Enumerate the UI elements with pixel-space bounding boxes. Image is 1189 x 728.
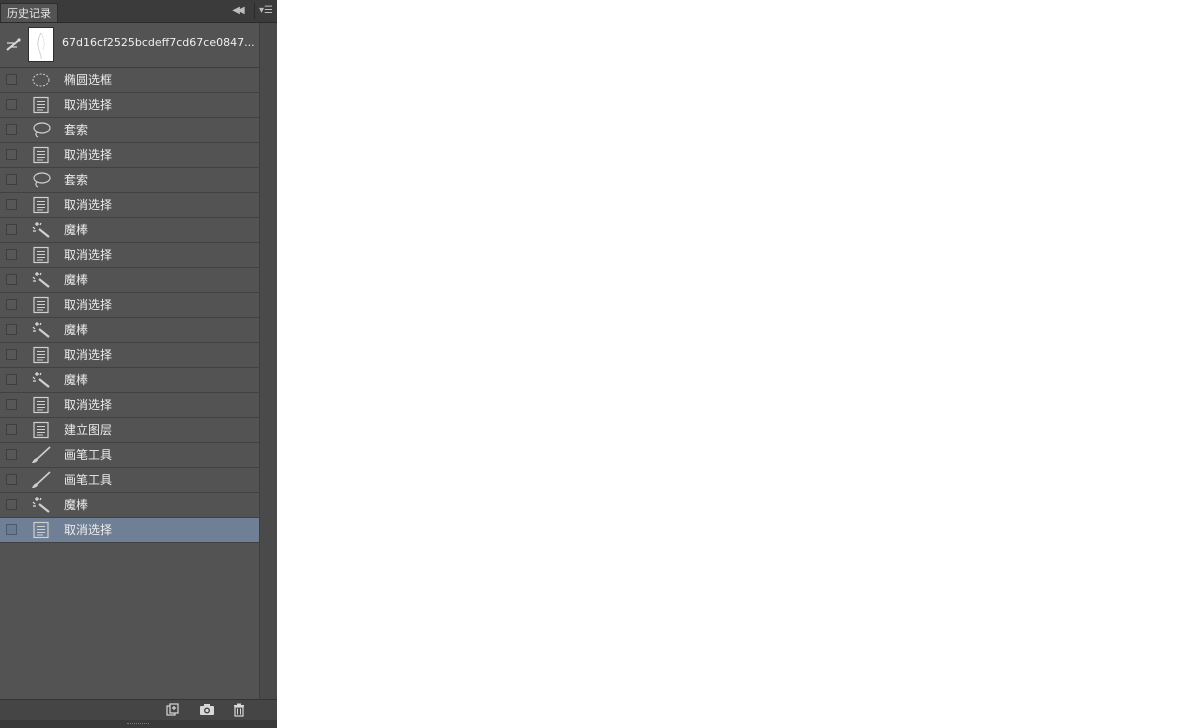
history-state-label: 魔棒 xyxy=(64,273,89,287)
brush-icon xyxy=(30,471,52,489)
history-source-checkbox[interactable] xyxy=(6,299,17,310)
history-state-label: 画笔工具 xyxy=(64,473,113,487)
magic-wand-icon xyxy=(30,221,52,239)
history-source-checkbox[interactable] xyxy=(6,149,17,160)
history-brush-source-icon[interactable] xyxy=(5,37,23,53)
history-panel: 历史记录 ◀◀ ▾☰ 67d16cf2525bcdeff7cd67ce0847.… xyxy=(0,0,277,728)
document-icon xyxy=(30,96,52,114)
history-state-row[interactable]: 画笔工具 xyxy=(0,443,259,468)
camera-snapshot-icon[interactable] xyxy=(199,703,215,717)
document-icon xyxy=(30,521,52,539)
document-icon xyxy=(30,421,52,439)
history-state-row[interactable]: 取消选择 xyxy=(0,343,259,368)
double-chevron-left-icon[interactable]: ◀◀ xyxy=(226,4,248,18)
grip-dots xyxy=(127,723,149,726)
history-source-checkbox[interactable] xyxy=(6,349,17,360)
history-state-label: 取消选择 xyxy=(64,248,113,262)
history-state-row[interactable]: 魔棒 xyxy=(0,268,259,293)
panel-footer xyxy=(0,699,277,721)
magic-wand-icon xyxy=(30,496,52,514)
thumbnail-sketch-icon xyxy=(37,32,45,60)
history-source-checkbox[interactable] xyxy=(6,424,17,435)
tab-history[interactable]: 历史记录 xyxy=(0,3,58,22)
history-state-label: 魔棒 xyxy=(64,323,89,337)
history-state-row[interactable]: 魔棒 xyxy=(0,318,259,343)
history-state-row[interactable]: 椭圆选框 xyxy=(0,68,259,93)
history-source-checkbox[interactable] xyxy=(6,449,17,460)
history-state-row[interactable]: 取消选择 xyxy=(0,243,259,268)
history-list: 椭圆选框 取消选择 套索 取消选择 套索 取消选择 魔棒 取消选择 魔棒 取消选择 魔棒 取消选择 魔棒… xyxy=(0,68,259,543)
snapshot-name: 67d16cf2525bcdeff7cd67ce0847... xyxy=(62,36,255,49)
history-source-checkbox[interactable] xyxy=(6,399,17,410)
history-source-checkbox[interactable] xyxy=(6,99,17,110)
history-state-row[interactable]: 取消选择 xyxy=(0,293,259,318)
history-state-row[interactable]: 套索 xyxy=(0,118,259,143)
panel-menu-icon[interactable]: ▾☰ xyxy=(254,3,277,19)
history-source-checkbox[interactable] xyxy=(6,224,17,235)
brush-icon xyxy=(30,446,52,464)
history-source-checkbox[interactable] xyxy=(6,324,17,335)
trash-icon[interactable] xyxy=(231,703,247,717)
history-state-row[interactable]: 建立图层 xyxy=(0,418,259,443)
history-state-row[interactable]: 画笔工具 xyxy=(0,468,259,493)
history-state-label: 画笔工具 xyxy=(64,448,113,462)
ellipse-marquee-icon xyxy=(30,71,52,89)
magic-wand-icon xyxy=(30,371,52,389)
history-source-checkbox[interactable] xyxy=(6,199,17,210)
history-state-label: 套索 xyxy=(64,123,89,137)
magic-wand-icon xyxy=(30,321,52,339)
history-state-label: 取消选择 xyxy=(64,148,113,162)
history-source-checkbox[interactable] xyxy=(6,249,17,260)
history-state-label: 魔棒 xyxy=(64,373,89,387)
history-state-row[interactable]: 取消选择 xyxy=(0,193,259,218)
panel-resize-grip[interactable] xyxy=(0,720,277,728)
history-state-row[interactable]: 套索 xyxy=(0,168,259,193)
history-state-label: 魔棒 xyxy=(64,498,89,512)
history-state-label: 建立图层 xyxy=(64,423,113,437)
history-source-checkbox[interactable] xyxy=(6,74,17,85)
history-state-row[interactable]: 取消选择 xyxy=(0,518,259,543)
document-icon xyxy=(30,396,52,414)
history-state-row[interactable]: 取消选择 xyxy=(0,393,259,418)
document-icon xyxy=(30,146,52,164)
document-icon xyxy=(30,346,52,364)
history-state-label: 取消选择 xyxy=(64,198,113,212)
history-state-label: 魔棒 xyxy=(64,223,89,237)
magic-wand-icon xyxy=(30,271,52,289)
snapshot-row[interactable]: 67d16cf2525bcdeff7cd67ce0847... xyxy=(0,23,259,68)
history-source-checkbox[interactable] xyxy=(6,174,17,185)
history-state-label: 取消选择 xyxy=(64,398,113,412)
history-state-row[interactable]: 魔棒 xyxy=(0,493,259,518)
new-document-from-state-icon[interactable] xyxy=(164,703,180,717)
history-state-label: 取消选择 xyxy=(64,298,113,312)
document-icon xyxy=(30,196,52,214)
history-state-label: 取消选择 xyxy=(64,98,113,112)
document-icon xyxy=(30,246,52,264)
history-state-row[interactable]: 魔棒 xyxy=(0,368,259,393)
history-state-label: 取消选择 xyxy=(64,523,113,537)
lasso-icon xyxy=(30,171,52,189)
history-source-checkbox[interactable] xyxy=(6,474,17,485)
history-source-checkbox[interactable] xyxy=(6,499,17,510)
history-state-row[interactable]: 取消选择 xyxy=(0,143,259,168)
history-state-label: 取消选择 xyxy=(64,348,113,362)
document-icon xyxy=(30,296,52,314)
history-state-row[interactable]: 魔棒 xyxy=(0,218,259,243)
history-source-checkbox[interactable] xyxy=(6,524,17,535)
scrollbar[interactable] xyxy=(259,23,277,699)
history-source-checkbox[interactable] xyxy=(6,374,17,385)
history-source-checkbox[interactable] xyxy=(6,274,17,285)
panel-tab-bar: 历史记录 ◀◀ ▾☰ xyxy=(0,0,277,23)
history-state-label: 套索 xyxy=(64,173,89,187)
history-state-label: 椭圆选框 xyxy=(64,73,113,87)
snapshot-thumbnail[interactable] xyxy=(28,27,54,62)
history-state-row[interactable]: 取消选择 xyxy=(0,93,259,118)
lasso-icon xyxy=(30,121,52,139)
history-source-checkbox[interactable] xyxy=(6,124,17,135)
